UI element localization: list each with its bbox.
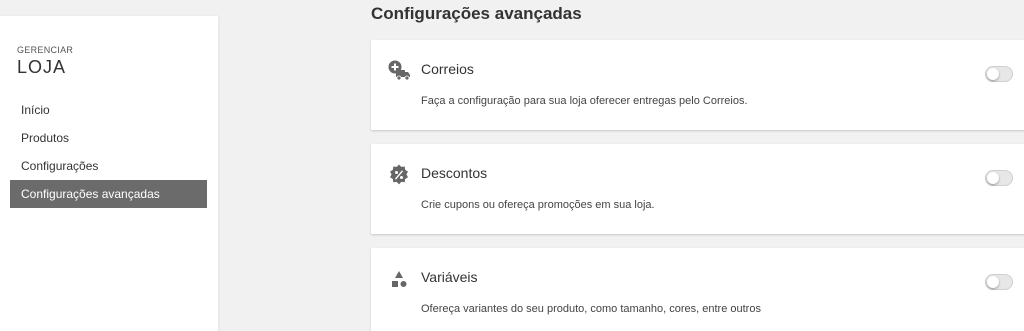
sidebar: GERENCIAR LOJA Início Produtos Configura…: [0, 16, 218, 331]
card-description-variaveis: Ofereça variantes do seu produto, como t…: [421, 303, 761, 315]
sidebar-nav: Início Produtos Configurações Configuraç…: [10, 96, 207, 208]
brand-subtitle: GERENCIAR: [17, 45, 74, 55]
sidebar-item-configuracoes-avancadas[interactable]: Configurações avançadas: [10, 180, 207, 208]
card-title-descontos: Descontos: [421, 165, 488, 181]
sidebar-item-produtos[interactable]: Produtos: [10, 124, 207, 152]
brand-title: LOJA: [17, 57, 67, 77]
truck-plus-icon: [387, 60, 411, 82]
settings-card-descontos: Descontos Crie cupons ou ofereça promoçõ…: [371, 144, 1024, 234]
card-title-variaveis: Variáveis: [421, 269, 478, 285]
sidebar-item-inicio[interactable]: Início: [10, 96, 207, 124]
correios-toggle[interactable]: [985, 66, 1013, 82]
toggle-knob: [987, 172, 999, 184]
toggle-knob: [987, 276, 999, 288]
settings-card-correios: Correios Faça a configuração para sua lo…: [371, 40, 1024, 130]
card-title-correios: Correios: [421, 61, 474, 77]
page-title: Configurações avançadas: [371, 4, 582, 23]
variaveis-toggle[interactable]: [985, 274, 1013, 290]
card-description-correios: Faça a configuração para sua loja oferec…: [421, 95, 748, 107]
sidebar-item-configuracoes[interactable]: Configurações: [10, 152, 207, 180]
shapes-icon: [387, 268, 411, 290]
descontos-toggle[interactable]: [985, 170, 1013, 186]
discount-badge-icon: [387, 164, 411, 186]
toggle-knob: [987, 68, 999, 80]
settings-card-variaveis: Variáveis Ofereça variantes do seu produ…: [371, 248, 1024, 331]
card-description-descontos: Crie cupons ou ofereça promoções em sua …: [421, 199, 655, 211]
